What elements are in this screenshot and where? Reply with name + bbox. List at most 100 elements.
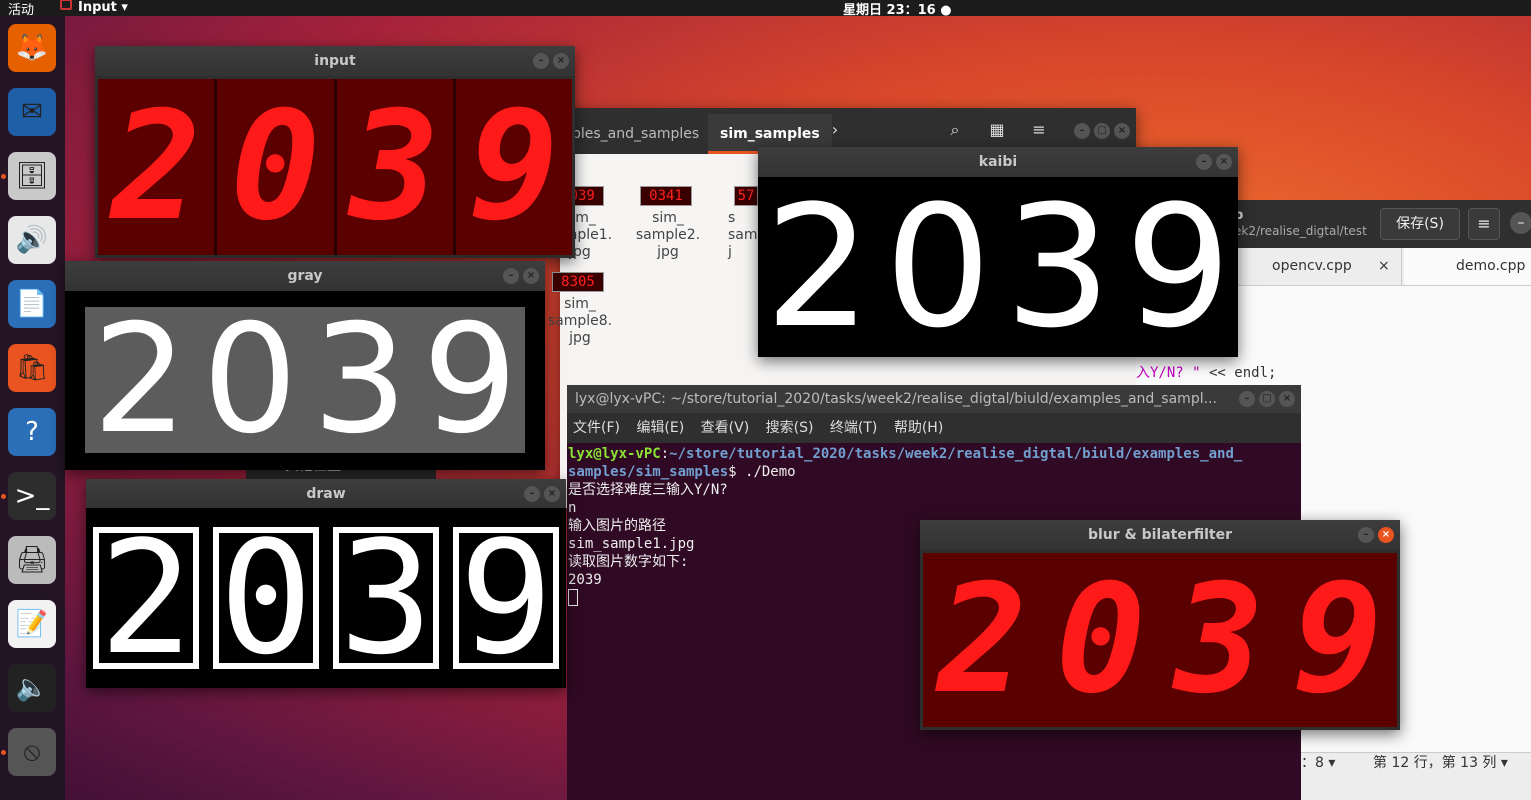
digit: 2: [92, 293, 188, 467]
kaibi-image: 2 0 3 9: [758, 169, 1238, 365]
app-menu-icon: [60, 0, 72, 10]
notification-dot-icon: ●: [940, 3, 952, 18]
terminal-title: lyx@lyx-vPC: ~/store/tutorial_2020/tasks…: [567, 385, 1301, 413]
minimize-icon[interactable]: –: [503, 268, 519, 284]
code-line[interactable]: 入Y/N? " << endl;: [1136, 362, 1276, 382]
code-string: 入Y/N? ": [1136, 365, 1201, 381]
draw-image: 2 0 3 9: [86, 508, 566, 688]
chevron-down-icon: ▾: [121, 0, 128, 15]
chevron-right-icon[interactable]: ›: [822, 120, 848, 144]
window-controls: – ×: [1196, 154, 1232, 170]
menu-edit[interactable]: 编辑(E): [636, 420, 684, 436]
file-thumbnail[interactable]: 0341: [640, 186, 692, 206]
digit: 2: [764, 169, 872, 365]
menu-view[interactable]: 查看(V): [701, 420, 750, 436]
close-icon[interactable]: ×: [1279, 391, 1295, 407]
file-label[interactable]: s sam j: [728, 210, 758, 261]
window-controls: – ×: [524, 486, 560, 502]
minimize-icon[interactable]: –: [1239, 391, 1255, 407]
close-icon[interactable]: ×: [1378, 527, 1394, 543]
digit: 3: [337, 79, 456, 255]
digit: 9: [1124, 169, 1232, 365]
window-title: input: [95, 46, 575, 76]
search-icon[interactable]: ⌕: [942, 120, 968, 144]
menu-icon[interactable]: ≡: [1468, 208, 1500, 240]
terminal-icon[interactable]: >_: [8, 472, 56, 520]
gray-window: gray – × 2 0 3 9: [65, 261, 545, 470]
blur-image: 2 0 3 9: [923, 553, 1397, 727]
kaibi-window: kaibi – × 2 0 3 9: [758, 147, 1238, 365]
software-icon[interactable]: 🛍: [8, 344, 56, 392]
digit: 3: [312, 293, 408, 467]
file-thumbnail[interactable]: 8305: [552, 272, 604, 292]
maximize-icon[interactable]: □: [1259, 391, 1275, 407]
digit: 3: [1004, 169, 1112, 365]
running-indicator: [1, 494, 6, 499]
rhythmbox-icon[interactable]: 🔊: [8, 216, 56, 264]
prompt-path-cont: samples/sim_samples: [568, 464, 729, 480]
digit: 9: [1292, 553, 1383, 727]
app-menu[interactable]: Input ▾: [60, 0, 128, 15]
digit: 0: [217, 79, 337, 255]
gray-image: 2 0 3 9: [85, 293, 525, 467]
prompt-path: ~/store/tutorial_2020/tasks/week2/realis…: [669, 446, 1243, 462]
input-image: 2 0 3 9: [98, 79, 572, 255]
app-menu-label: Input: [78, 0, 117, 15]
command: $ ./Demo: [728, 464, 796, 480]
writer-icon[interactable]: 📄: [8, 280, 56, 328]
scanner-icon[interactable]: 🖨: [8, 536, 56, 584]
draw-window: draw – × 2 0 3 9: [86, 479, 566, 688]
running-indicator: [1, 750, 6, 755]
file-manager-window-controls: – □ ×: [1074, 123, 1130, 139]
prompt-user: lyx@lyx-vPC: [568, 446, 661, 462]
file-label[interactable]: sim_ sample8. jpg: [540, 296, 620, 347]
cursor-position[interactable]: 第 12 行，第 13 列 ▾: [1373, 752, 1508, 772]
close-icon[interactable]: ×: [1216, 154, 1232, 170]
digit: 9: [422, 293, 518, 467]
dock: 🦊 ✉ 🗄 🔊 📄 🛍? >_ 🖨 📝 🔈 ⦸: [0, 16, 65, 800]
menu-terminal[interactable]: 终端(T): [830, 420, 877, 436]
blur-bilaterfilter-window: blur & bilaterfilter – × 2 0 3 9: [920, 520, 1400, 730]
view-options-icon[interactable]: ▦: [984, 120, 1010, 144]
clock[interactable]: 星期日 23：16 ●: [843, 0, 952, 18]
file-thumbnail[interactable]: 57: [734, 186, 758, 206]
menu-file[interactable]: 文件(F): [573, 420, 620, 436]
minimize-icon[interactable]: –: [1196, 154, 1212, 170]
firefox-icon[interactable]: 🦊: [8, 24, 56, 72]
thunderbird-icon[interactable]: ✉: [8, 88, 56, 136]
tab-examples-and-samples[interactable]: ples_and_samples: [560, 114, 711, 154]
file-label[interactable]: sim_ sample2. jpg: [628, 210, 708, 261]
top-bar: 活动 Input ▾ 星期日 23：16 ●: [0, 0, 1531, 18]
help-icon[interactable]: ?: [8, 408, 56, 456]
save-button[interactable]: 保存(S): [1380, 208, 1460, 240]
digit: 0: [202, 293, 298, 467]
editor-path: ek2/realise_digtal/test: [1234, 224, 1367, 238]
digit: 2: [98, 79, 218, 255]
menu-search[interactable]: 搜索(S): [766, 420, 814, 436]
tab-demo-cpp[interactable]: demo.cpp: [1404, 248, 1531, 285]
minimize-icon[interactable]: –: [524, 486, 540, 502]
output-line: n: [568, 500, 577, 516]
speaker-icon[interactable]: 🔈: [8, 664, 56, 712]
digit: 2: [937, 553, 1028, 727]
window-controls: – ×: [1358, 527, 1394, 543]
maximize-icon[interactable]: □: [1094, 123, 1110, 139]
close-icon[interactable]: ×: [553, 53, 569, 69]
close-icon[interactable]: ×: [1114, 123, 1130, 139]
tab-opencv-cpp[interactable]: opencv.cpp ×: [1236, 248, 1402, 285]
menu-icon[interactable]: ≡: [1026, 120, 1052, 144]
prompt-line-2: samples/sim_samples$ ./Demo: [568, 463, 1301, 481]
input-app-icon[interactable]: ⦸: [8, 728, 56, 776]
tab-width-selector[interactable]: ：8 ▾: [1301, 752, 1335, 772]
minimize-icon[interactable]: –: [1074, 123, 1090, 139]
editor-icon[interactable]: 📝: [8, 600, 56, 648]
minimize-icon[interactable]: –: [1510, 212, 1531, 234]
minimize-icon[interactable]: –: [1358, 527, 1374, 543]
close-icon[interactable]: ×: [1378, 248, 1390, 285]
menu-help[interactable]: 帮助(H): [894, 420, 943, 436]
minimize-icon[interactable]: –: [533, 53, 549, 69]
close-icon[interactable]: ×: [544, 486, 560, 502]
files-icon[interactable]: 🗄: [8, 152, 56, 200]
code-rest: << endl;: [1200, 365, 1277, 381]
close-icon[interactable]: ×: [523, 268, 539, 284]
